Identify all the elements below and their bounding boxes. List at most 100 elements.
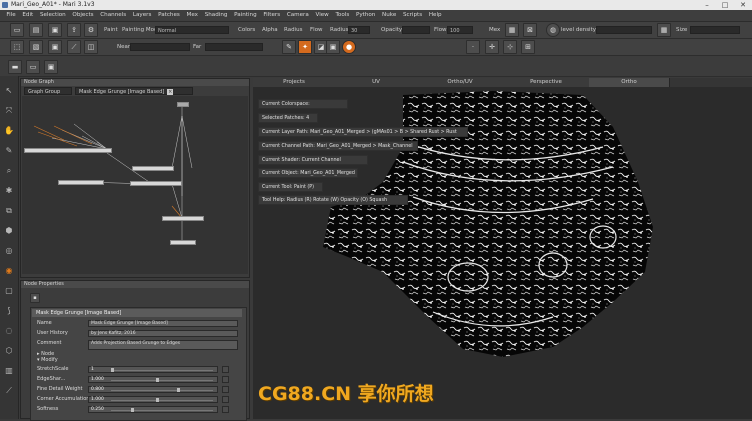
align-icon[interactable]: ⊞ (521, 40, 535, 54)
slider-thumb[interactable] (131, 408, 135, 412)
bake-icon[interactable]: ▣ (326, 40, 340, 54)
slider-thumb[interactable] (176, 388, 180, 392)
comment-field[interactable]: Adds Projection Based Grunge to Edges (88, 340, 238, 350)
graph-node[interactable] (132, 166, 174, 171)
menu-edit[interactable]: Edit (20, 10, 36, 21)
radius-input[interactable]: 30 (348, 26, 370, 34)
dot-icon[interactable]: · (466, 40, 480, 54)
filter-tool-icon[interactable]: ▭ (26, 60, 40, 74)
active-tool-icon[interactable]: ◉ (4, 266, 14, 276)
new-icon[interactable]: ▭ (10, 23, 24, 37)
menu-patches[interactable]: Patches (156, 10, 183, 21)
reset-icon[interactable] (222, 396, 229, 403)
pointer-icon[interactable]: ↖ (4, 86, 14, 96)
tab-graph-group[interactable]: Graph Group× (24, 87, 72, 103)
far-input[interactable] (205, 43, 263, 51)
layer-tool-icon[interactable]: ▬ (8, 60, 22, 74)
slider-corner-accumulation[interactable]: 1.000 (88, 396, 218, 403)
settings-icon[interactable]: ⚙ (84, 23, 98, 37)
paint-tool-icon[interactable]: ✦ (298, 40, 312, 54)
link-icon[interactable]: ⟋ (67, 40, 81, 54)
radius-label[interactable]: Radius (284, 25, 302, 35)
blur-icon[interactable]: ◎ (4, 246, 14, 256)
alpha-label[interactable]: Alpha (262, 25, 278, 35)
name-field[interactable]: Mask Edge Grunge [Image Based] (88, 320, 238, 327)
menu-help[interactable]: Help (426, 10, 444, 21)
reset-icon[interactable] (222, 386, 229, 393)
slider-thumb[interactable] (111, 368, 114, 372)
tab-mask-edge-grunge[interactable]: Mask Edge Grunge [Image Based] × (75, 87, 193, 95)
graph-node[interactable] (177, 102, 189, 107)
move-icon[interactable]: ✛ (485, 40, 499, 54)
close-tab-icon[interactable]: × (167, 88, 174, 95)
shader-sphere-icon[interactable]: ● (342, 40, 356, 54)
slider-stretchscale[interactable]: 1 (88, 366, 218, 373)
mex-toggle-icon[interactable]: ▦ (505, 23, 519, 37)
menu-mex[interactable]: Mex (184, 10, 200, 21)
size-input[interactable] (690, 26, 740, 34)
graph-node[interactable] (170, 240, 196, 245)
tab-ortho-uv[interactable]: Ortho/UV (417, 78, 504, 87)
near-input[interactable] (130, 43, 190, 51)
menu-tools[interactable]: Tools (333, 10, 352, 21)
slider-thumb[interactable] (156, 378, 160, 382)
open-icon[interactable]: ▤ (29, 23, 43, 37)
export-icon[interactable]: ⇪ (67, 23, 81, 37)
slider-thumb[interactable] (156, 398, 160, 402)
zoom-icon[interactable]: ⌕ (4, 166, 14, 176)
menu-objects[interactable]: Objects (70, 10, 96, 21)
level-density-input[interactable] (596, 26, 652, 34)
tab-projects[interactable]: Projects (253, 78, 336, 87)
menu-filters[interactable]: Filters (261, 10, 283, 21)
lasso-icon[interactable]: ◌ (4, 326, 14, 336)
node-graph-canvas[interactable] (22, 96, 248, 274)
menu-view[interactable]: View (313, 10, 331, 21)
menu-python[interactable]: Python (354, 10, 378, 21)
pivot-icon[interactable]: ⊹ (503, 40, 517, 54)
clone-icon[interactable]: ⧉ (4, 206, 14, 216)
flow-label[interactable]: Flow (310, 25, 323, 35)
brush-icon[interactable]: ✎ (282, 40, 296, 54)
gradient-icon[interactable]: ▥ (4, 366, 14, 376)
menu-scripts[interactable]: Scripts (401, 10, 425, 21)
globe-icon[interactable]: ◍ (546, 23, 560, 37)
node-properties-menu-icon[interactable]: ▪ (30, 293, 40, 303)
view-tool-icon[interactable]: ▣ (44, 60, 58, 74)
slider-fine-detail-weight[interactable]: 0.800 (88, 386, 218, 393)
graph-node[interactable] (162, 216, 204, 221)
patch-icon[interactable]: ▧ (29, 40, 43, 54)
graph-node[interactable] (24, 148, 112, 153)
grid-icon[interactable]: ▦ (657, 23, 671, 37)
menu-painting[interactable]: Painting (232, 10, 259, 21)
colors-label[interactable]: Colors (238, 25, 255, 35)
properties-section-title[interactable]: Mask Edge Grunge [Image Based] (32, 309, 242, 317)
polygon-icon[interactable]: ⬡ (4, 346, 14, 356)
reset-icon[interactable] (222, 366, 229, 373)
close-icon[interactable]: ✕ (734, 0, 752, 10)
opacity-input[interactable] (402, 26, 430, 34)
select-patch-icon[interactable]: ▢ (4, 286, 14, 296)
flow-input[interactable]: 100 (447, 26, 473, 34)
tab-uv[interactable]: UV (335, 78, 418, 87)
transform-icon[interactable]: ⤧ (4, 106, 14, 116)
menu-layers[interactable]: Layers (130, 10, 153, 21)
line-icon[interactable]: ⟋ (4, 386, 14, 396)
reset-icon[interactable] (222, 406, 229, 413)
picker-icon[interactable]: ⟆ (4, 306, 14, 316)
slider-edgesharpness[interactable]: 1.000 (88, 376, 218, 383)
lock-icon[interactable]: ⊠ (523, 23, 537, 37)
history-field[interactable]: by Jens Kafitz, 2016 (88, 330, 238, 337)
smear-icon[interactable]: ✱ (4, 186, 14, 196)
slider-softness[interactable]: 0.250 (88, 406, 218, 413)
minimize-icon[interactable]: – (698, 0, 716, 10)
menu-file[interactable]: File (4, 10, 18, 21)
menu-channels[interactable]: Channels (98, 10, 129, 21)
graph-node[interactable] (130, 181, 182, 186)
save-icon[interactable]: ▣ (48, 23, 62, 37)
graph-node[interactable] (58, 180, 104, 185)
select-icon[interactable]: ⬚ (10, 40, 24, 54)
fill-icon[interactable]: ⬢ (4, 226, 14, 236)
reset-icon[interactable] (222, 376, 229, 383)
tab-ortho[interactable]: Ortho (589, 78, 670, 87)
near-toggle-icon[interactable]: ◫ (84, 40, 98, 54)
